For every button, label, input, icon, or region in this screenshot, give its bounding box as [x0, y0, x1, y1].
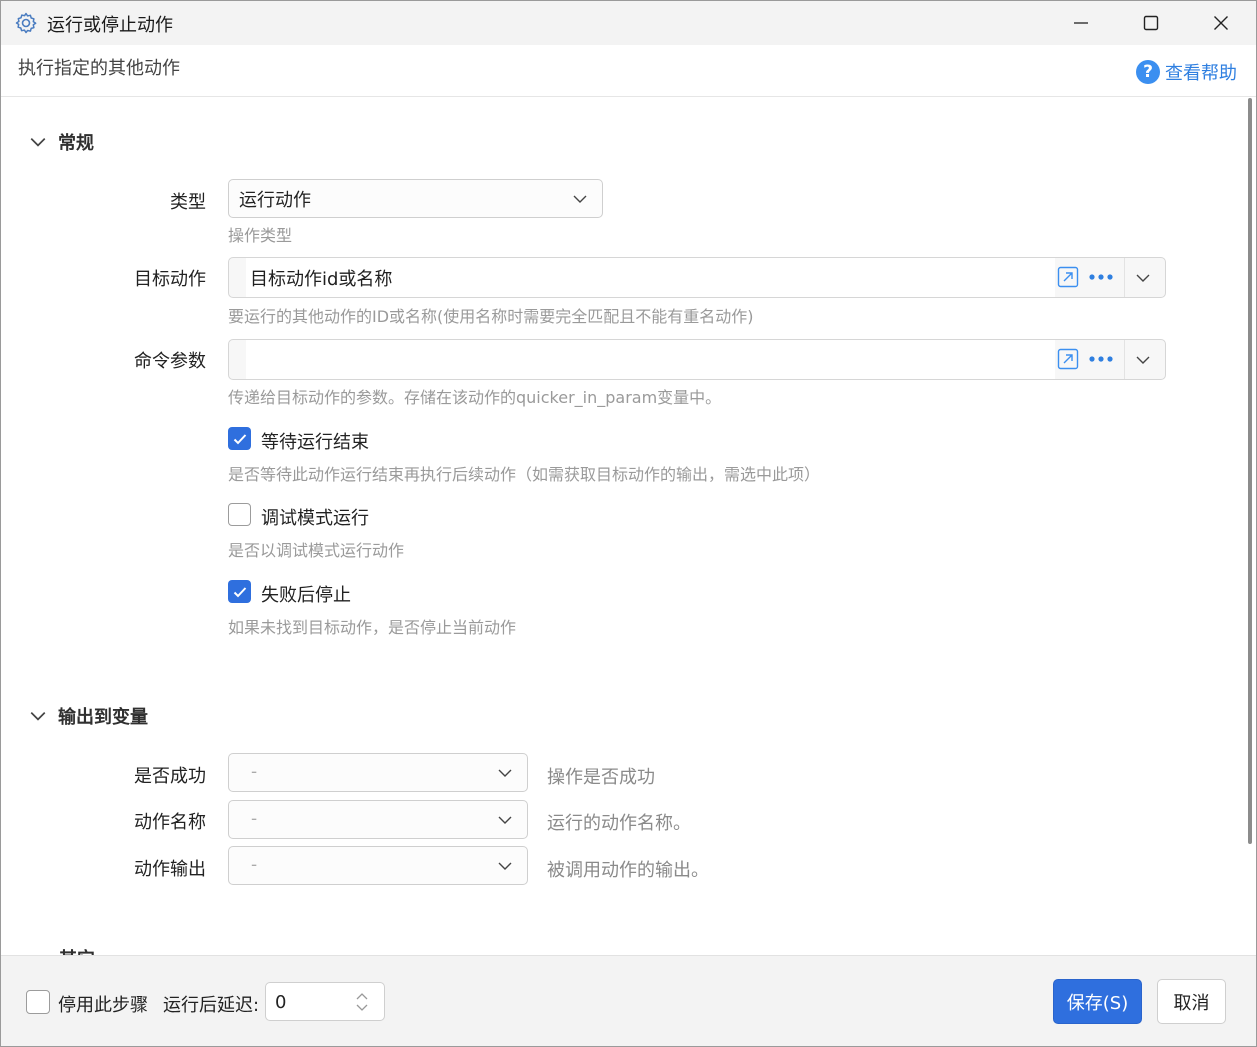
section-general-label: 常规: [58, 133, 94, 154]
type-label: 类型: [170, 192, 206, 213]
stop-on-fail-hint: 如果未找到目标动作，是否停止当前动作: [228, 618, 517, 637]
more-options-icon[interactable]: [1087, 266, 1115, 288]
maximize-button[interactable]: [1116, 1, 1186, 45]
minimize-button[interactable]: [1046, 1, 1116, 45]
title-bar[interactable]: 运行或停止动作: [1, 1, 1256, 45]
open-external-icon[interactable]: [1057, 266, 1079, 288]
stop-on-fail-label[interactable]: 失败后停止: [261, 581, 351, 607]
spinner-arrows-icon[interactable]: [354, 989, 370, 1015]
cancel-button[interactable]: 取消: [1157, 979, 1226, 1024]
delay-label: 运行后延迟:: [163, 995, 260, 1016]
checkmark-icon: [233, 433, 246, 444]
chevron-down-icon[interactable]: [1135, 352, 1151, 368]
chevron-down-icon: [30, 138, 46, 147]
close-icon: [1214, 16, 1228, 30]
output-row-desc: 被调用动作的输出。: [547, 860, 709, 881]
wait-finish-hint: 是否等待此动作运行结束再执行后续动作（如需获取目标动作的输出，需选中此项）: [228, 465, 821, 484]
close-button[interactable]: [1186, 1, 1256, 45]
output-row-desc: 操作是否成功: [547, 767, 655, 788]
type-select-value: 运行动作: [239, 189, 311, 211]
target-action-label: 目标动作: [134, 269, 206, 290]
open-external-icon[interactable]: [1057, 348, 1079, 370]
stop-on-fail-checkbox[interactable]: [228, 580, 251, 603]
wait-finish-checkbox[interactable]: [228, 427, 251, 450]
type-select[interactable]: 运行动作: [228, 179, 603, 218]
disable-step-checkbox[interactable]: [26, 990, 50, 1014]
action-description: 执行指定的其他动作: [18, 58, 180, 79]
type-hint: 操作类型: [228, 226, 293, 245]
target-action-combo: 目标动作id或名称: [228, 257, 1166, 298]
gear-icon: [15, 12, 37, 34]
dialog-header: 执行指定的其他动作 ? 查看帮助: [1, 45, 1256, 97]
section-general-toggle[interactable]: 常规: [29, 129, 94, 155]
combo-separator: [1124, 340, 1125, 379]
output-select-value: -: [251, 855, 258, 875]
command-params-input[interactable]: [246, 340, 1055, 379]
command-params-label: 命令参数: [134, 351, 206, 372]
help-link-label: 查看帮助: [1165, 63, 1237, 84]
checkmark-icon: [233, 586, 246, 597]
chevron-down-icon: [573, 195, 587, 203]
output-select-value: -: [251, 809, 258, 829]
section-output-label: 输出到变量: [58, 707, 148, 728]
output-row-desc: 运行的动作名称。: [547, 813, 691, 834]
dialog-footer: 停用此步骤 运行后延迟: 保存(S) 取消: [1, 955, 1256, 1046]
disable-step-label[interactable]: 停用此步骤: [58, 991, 148, 1017]
output-action-name-select[interactable]: -: [228, 800, 528, 839]
output-success-select[interactable]: -: [228, 753, 528, 792]
output-row-label: 动作输出: [134, 859, 206, 880]
section-output-toggle[interactable]: 输出到变量: [29, 703, 148, 729]
output-select-value: -: [251, 762, 258, 782]
delay-stepper[interactable]: [265, 982, 385, 1021]
target-action-input[interactable]: 目标动作id或名称: [246, 258, 1055, 297]
debug-mode-label[interactable]: 调试模式运行: [261, 504, 369, 530]
debug-mode-hint: 是否以调试模式运行动作: [228, 541, 405, 560]
chevron-down-icon: [498, 769, 512, 777]
output-row-label: 动作名称: [134, 812, 206, 833]
more-options-icon[interactable]: [1087, 348, 1115, 370]
output-action-output-select[interactable]: -: [228, 846, 528, 885]
chevron-down-icon: [30, 712, 46, 721]
chevron-down-icon[interactable]: [1135, 270, 1151, 286]
dialog-window: 运行或停止动作 执行指定的其他动作 ? 查看帮助 常规 类型 运行动作 操作类型…: [0, 0, 1257, 1047]
minimize-icon: [1074, 22, 1088, 24]
target-action-hint: 要运行的其他动作的ID或名称(使用名称时需要完全匹配且不能有重名动作): [228, 307, 754, 326]
output-row-label: 是否成功: [134, 766, 206, 787]
chevron-down-icon: [498, 816, 512, 824]
wait-finish-label[interactable]: 等待运行结束: [261, 428, 369, 454]
save-button[interactable]: 保存(S): [1053, 979, 1142, 1024]
command-params-combo: [228, 339, 1166, 380]
help-link[interactable]: ? 查看帮助: [1136, 59, 1237, 85]
window-title: 运行或停止动作: [47, 15, 173, 36]
delay-input[interactable]: [275, 989, 345, 1015]
combo-separator: [1124, 258, 1125, 297]
command-params-hint: 传递给目标动作的参数。存储在该动作的quicker_in_param变量中。: [228, 388, 722, 407]
help-icon: ?: [1136, 60, 1160, 84]
maximize-icon: [1143, 15, 1159, 31]
chevron-down-icon: [498, 862, 512, 870]
debug-mode-checkbox[interactable]: [228, 503, 251, 526]
vertical-scrollbar[interactable]: [1248, 98, 1252, 844]
